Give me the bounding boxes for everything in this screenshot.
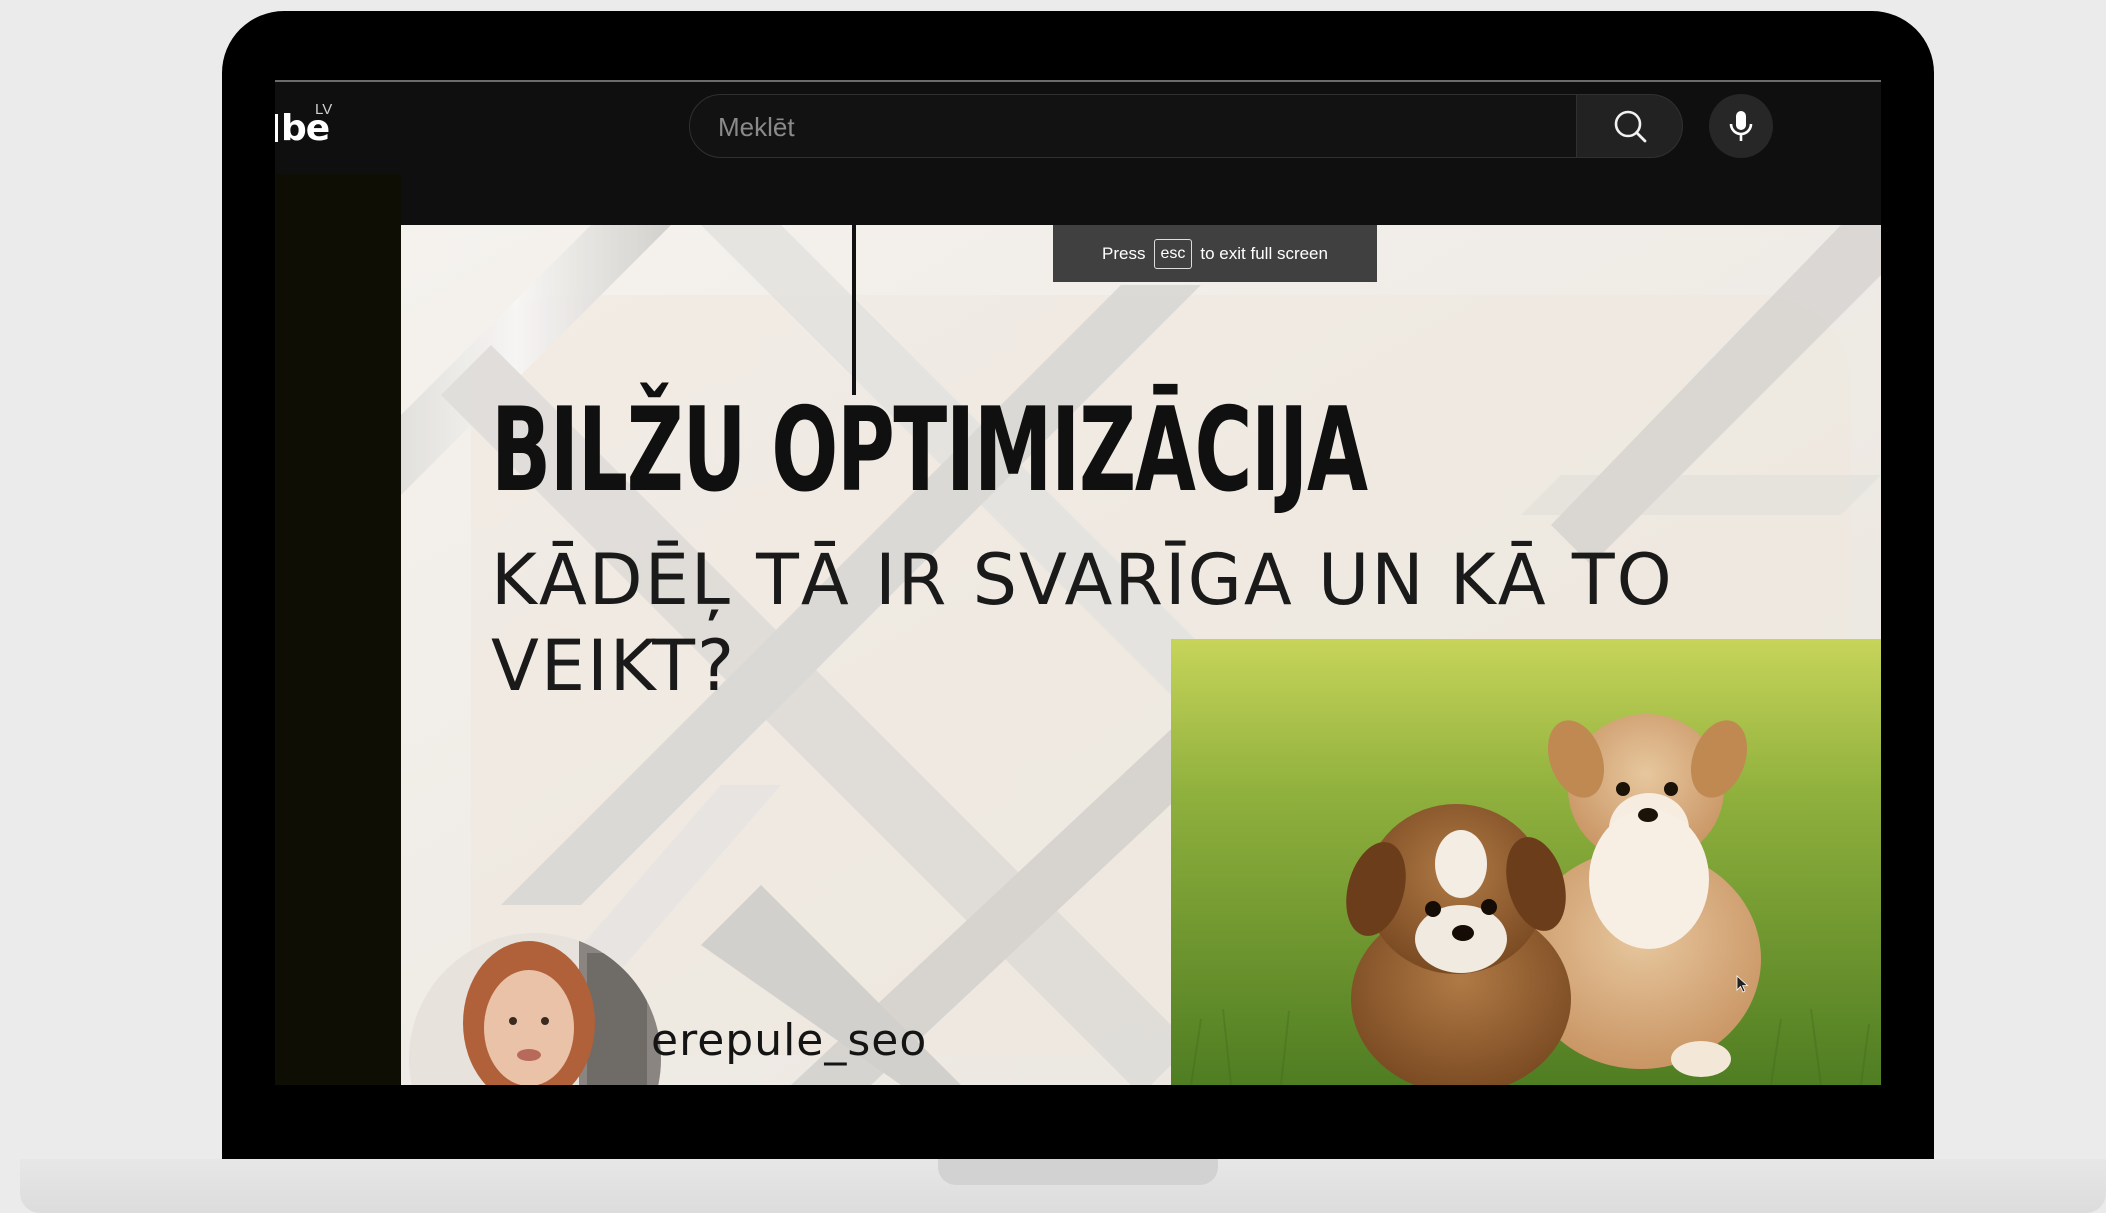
- search-input[interactable]: [716, 95, 1540, 159]
- search-box[interactable]: [689, 94, 1577, 159]
- puppies-photo: [1171, 639, 1881, 1085]
- slide-title: BILŽU OPTIMIZĀCIJA: [491, 383, 1368, 518]
- fullscreen-hint-after: to exit full screen: [1200, 243, 1328, 263]
- fullscreen-hint-before: Press: [1102, 243, 1146, 263]
- voice-search-button[interactable]: [1709, 94, 1773, 158]
- laptop-screen: be LV Meklēt Press esc to exit full scre…: [275, 80, 1881, 1085]
- fullscreen-hint: Press esc to exit full screen: [1053, 225, 1377, 282]
- presenter-handle: erepule_seo: [651, 1015, 928, 1066]
- esc-key-badge: esc: [1153, 238, 1193, 269]
- search-button[interactable]: [1577, 94, 1683, 158]
- mouse-cursor-icon: [1736, 975, 1749, 993]
- screen-top-border: [275, 80, 1881, 82]
- search-icon: [1614, 110, 1647, 143]
- logo-fragment: [275, 114, 278, 142]
- sidebar-strip: [275, 174, 401, 1085]
- country-code: LV: [315, 101, 333, 118]
- slide-vertical-line: [852, 225, 856, 395]
- laptop-notch: [938, 1159, 1218, 1185]
- mic-icon: [1729, 111, 1753, 141]
- video-player[interactable]: Press esc to exit full screen BILŽU OPTI…: [401, 225, 1881, 1085]
